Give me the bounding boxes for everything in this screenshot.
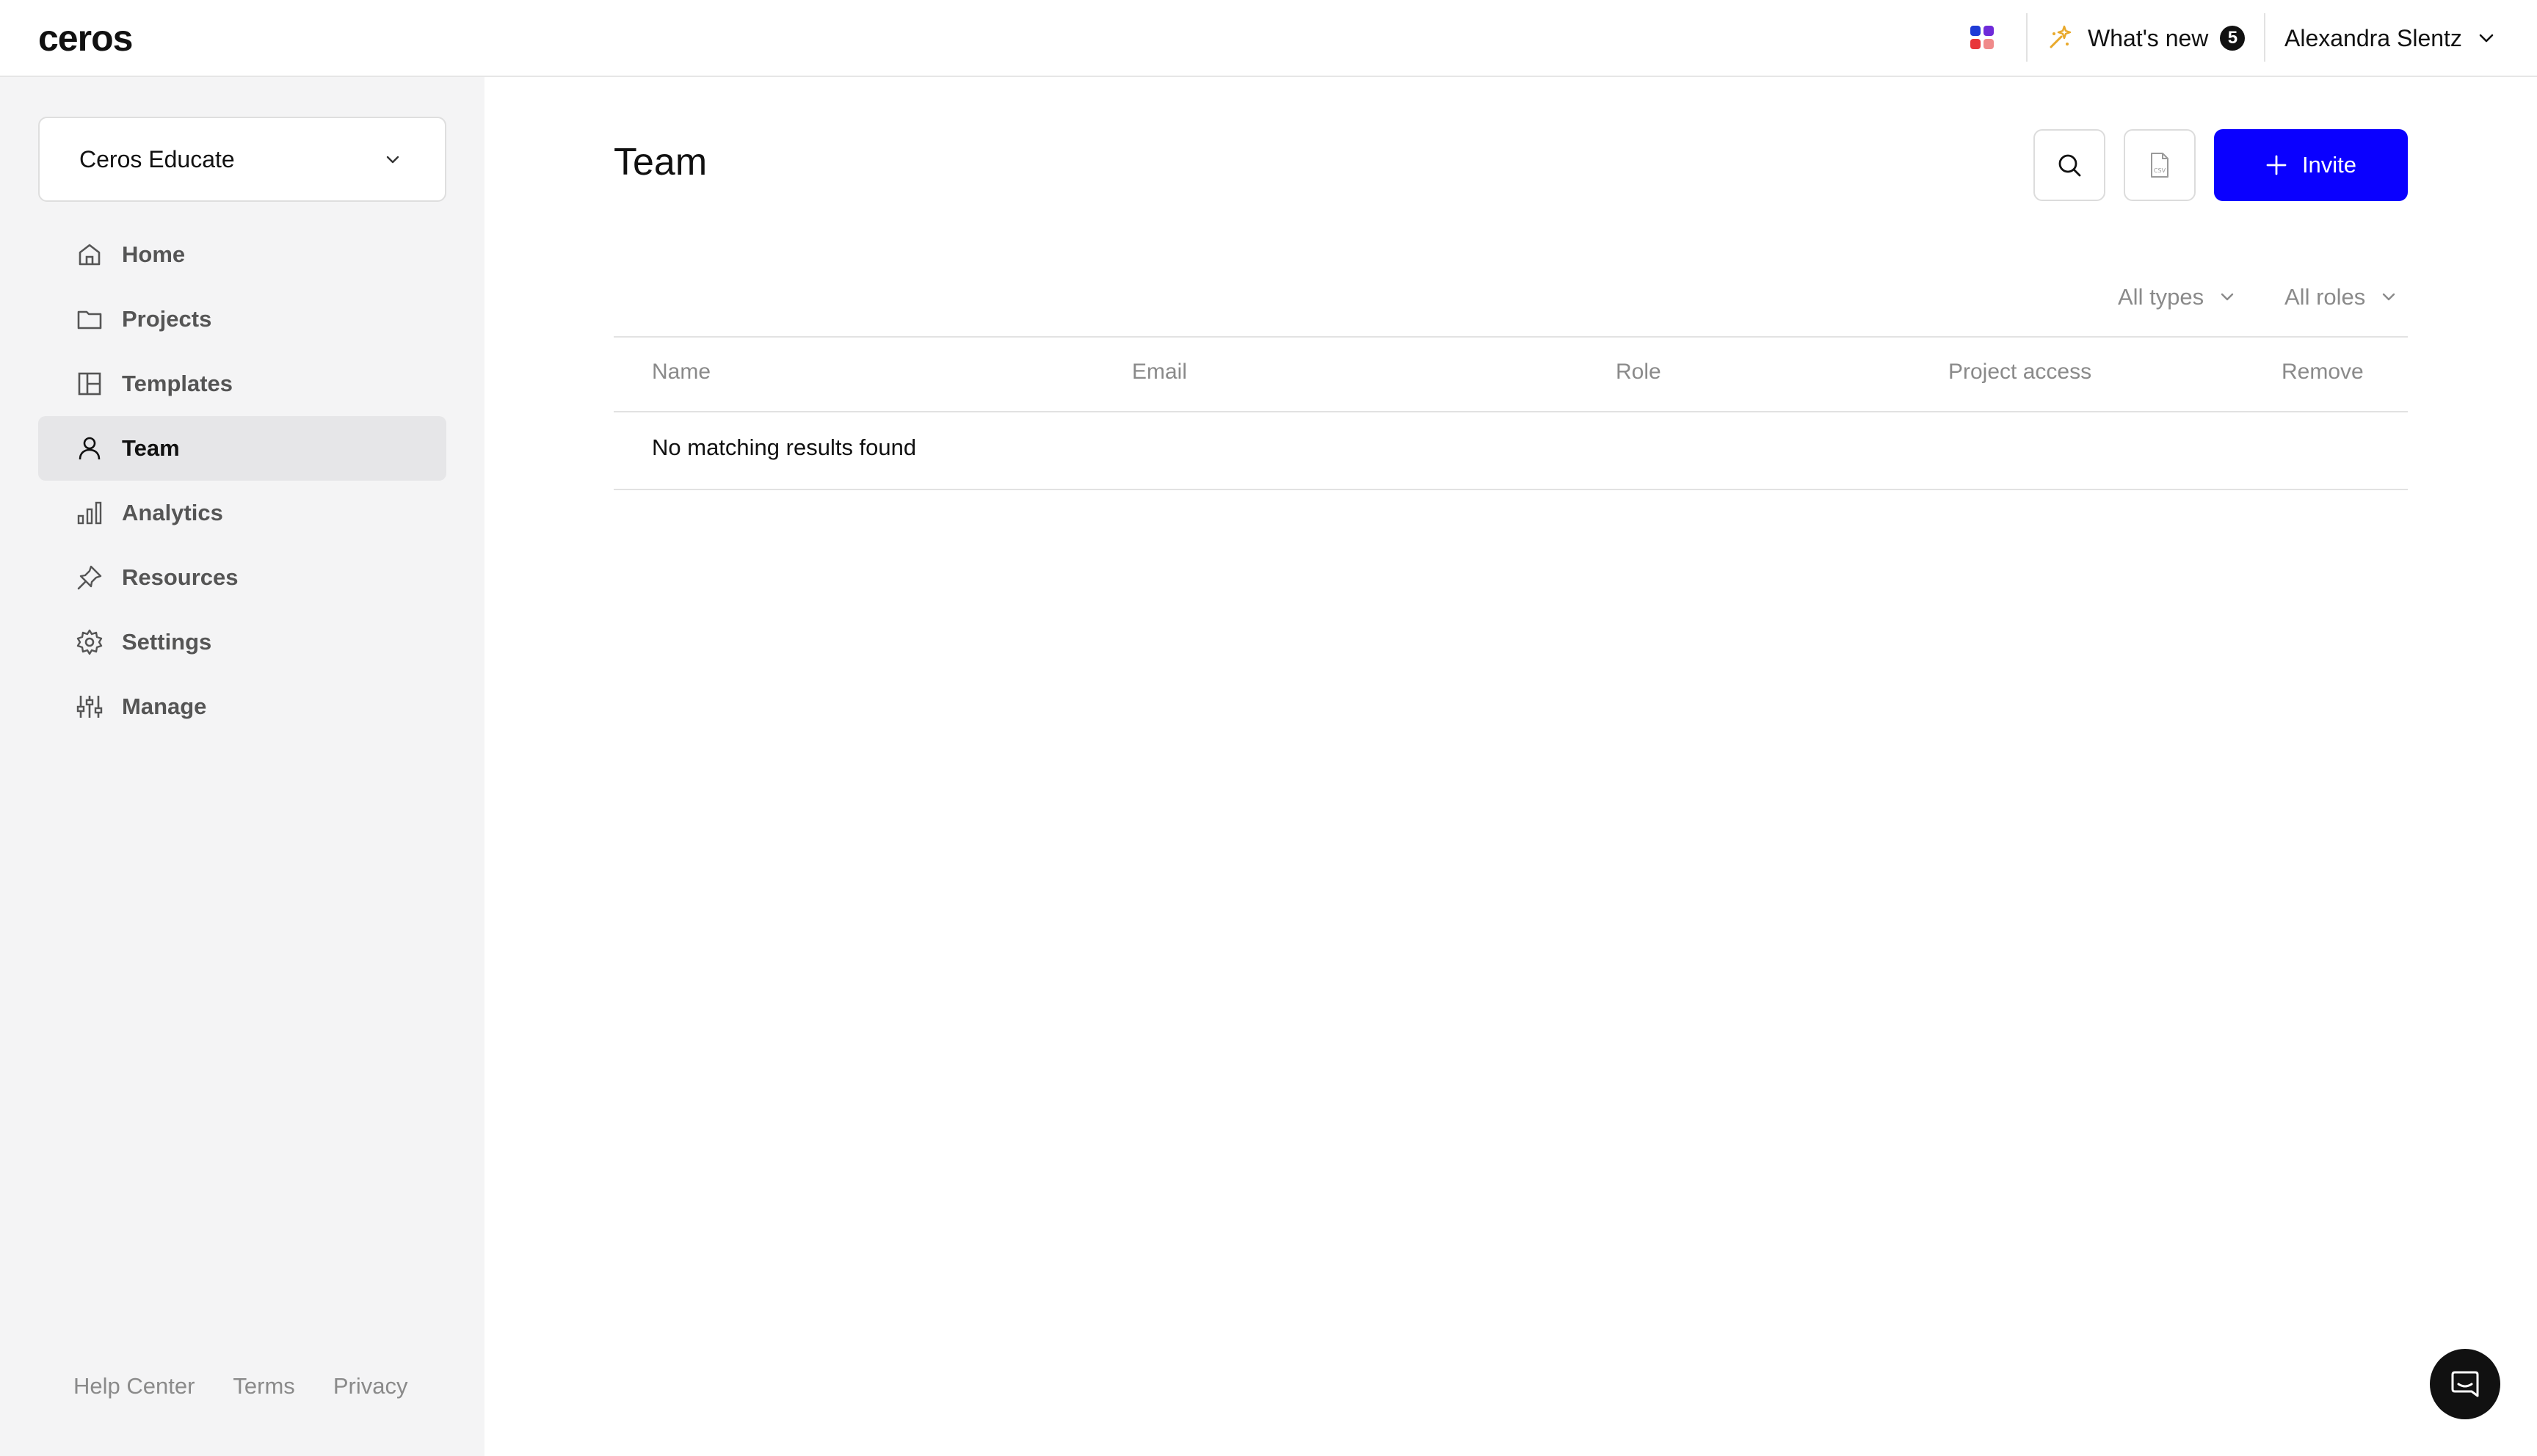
sidebar-item-label: Projects: [122, 306, 212, 332]
home-icon: [79, 244, 101, 266]
csv-label: CSV: [2154, 167, 2166, 174]
types-filter[interactable]: All types: [2118, 275, 2237, 319]
chevron-down-icon: [2221, 293, 2234, 301]
gear-icon: [76, 629, 103, 655]
chat-launcher-button[interactable]: [2430, 1349, 2500, 1419]
column-header-name[interactable]: Name: [652, 360, 711, 385]
top-divider: [2026, 13, 2028, 62]
sidebar-item-templates[interactable]: Templates: [38, 352, 446, 416]
chevron-down-icon: [2383, 293, 2395, 301]
plus-icon: [2266, 155, 2287, 175]
search-button[interactable]: [2033, 129, 2105, 201]
whats-new-count-badge: 5: [2220, 26, 2246, 51]
column-header-project-access: Project access: [1948, 360, 2092, 384]
empty-message: No matching results found: [652, 434, 917, 460]
user-icon: [79, 437, 101, 460]
invite-button[interactable]: Invite: [2214, 129, 2408, 201]
sidebar-item-manage[interactable]: Manage: [38, 674, 446, 739]
apps-grid-icon[interactable]: [1969, 24, 1995, 51]
whats-new-label: What's new: [2088, 24, 2209, 51]
sidebar-item-analytics[interactable]: Analytics: [38, 481, 446, 545]
main-content: Team CSV Invite All types All roles Name…: [484, 77, 2537, 1456]
types-filter-label: All types: [2118, 284, 2204, 310]
sidebar-item-label: Manage: [122, 694, 207, 719]
terms-link[interactable]: Terms: [233, 1373, 294, 1399]
table-header: Name Email Role Project access Remove: [614, 336, 2408, 412]
export-csv-button[interactable]: CSV: [2124, 129, 2196, 201]
sidebar-item-settings[interactable]: Settings: [38, 610, 446, 674]
roles-filter-label: All roles: [2284, 284, 2366, 310]
chevron-down-icon: [386, 156, 399, 164]
workspace-select[interactable]: Ceros Educate: [38, 117, 446, 202]
pin-icon: [77, 565, 102, 590]
top-divider: [2264, 13, 2265, 62]
sidebar-item-resources[interactable]: Resources: [38, 545, 446, 610]
user-name: Alexandra Slentz: [2284, 24, 2462, 51]
sidebar: Ceros Educate Home Projects Templates Te…: [0, 77, 484, 1456]
sidebar-item-label: Analytics: [122, 500, 223, 525]
chat-icon: [2451, 1371, 2479, 1397]
roles-filter[interactable]: All roles: [2284, 275, 2399, 319]
chevron-down-icon: [2479, 34, 2494, 43]
templates-icon: [78, 372, 101, 396]
sidebar-item-label: Home: [122, 241, 186, 267]
sidebar-item-label: Templates: [122, 371, 233, 396]
sidebar-item-label: Settings: [122, 629, 212, 655]
sidebar-item-team[interactable]: Team: [38, 416, 446, 481]
sidebar-footer-links: Help Center Terms Privacy: [73, 1373, 407, 1399]
invite-label: Invite: [2301, 152, 2357, 178]
help-center-link[interactable]: Help Center: [73, 1373, 195, 1399]
bar-chart-icon: [77, 501, 102, 525]
sliders-icon: [76, 696, 103, 718]
team-table: Name Email Role Project access Remove No…: [614, 336, 2408, 490]
sidebar-item-label: Team: [122, 435, 180, 461]
whats-new-button[interactable]: What's new 5: [2045, 18, 2246, 59]
top-bar: ceros What's new 5 Alexandra Slentz: [0, 0, 2537, 77]
column-header-role[interactable]: Role: [1616, 360, 1661, 385]
sidebar-nav: Home Projects Templates Team Analytics R…: [38, 222, 446, 739]
workspace-label: Ceros Educate: [79, 145, 235, 172]
page-title: Team: [614, 141, 708, 183]
table-empty-row: No matching results found: [614, 412, 2408, 490]
sidebar-item-home[interactable]: Home: [38, 222, 446, 287]
csv-file-icon: CSV: [2151, 153, 2168, 178]
folder-icon: [77, 310, 102, 330]
sidebar-item-projects[interactable]: Projects: [38, 287, 446, 352]
sidebar-item-label: Resources: [122, 564, 239, 590]
ceros-logo[interactable]: ceros: [38, 16, 133, 60]
column-header-email[interactable]: Email: [1132, 360, 1187, 385]
user-menu[interactable]: Alexandra Slentz: [2284, 18, 2497, 59]
privacy-link[interactable]: Privacy: [333, 1373, 408, 1399]
column-header-remove: Remove: [2282, 360, 2364, 384]
search-icon: [2058, 154, 2081, 177]
sparkle-icon: [2050, 25, 2072, 48]
